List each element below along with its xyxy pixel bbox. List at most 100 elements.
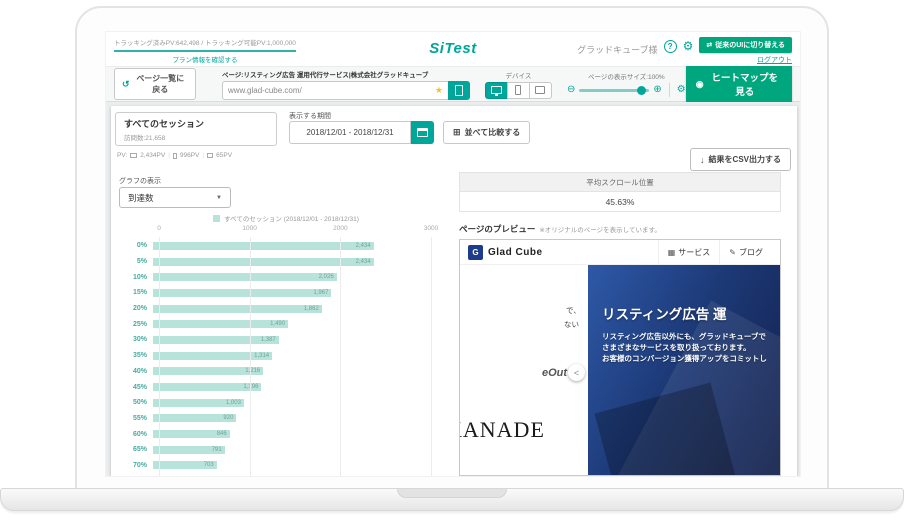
download-icon: ↓	[700, 155, 705, 165]
divider	[669, 83, 670, 97]
switch-ui-icon: ⇄	[706, 41, 712, 49]
pencil-icon: ✎	[729, 248, 736, 257]
sitest-logo: SiTest	[429, 40, 476, 57]
plan-info-link[interactable]: プラン情報を確認する	[114, 54, 296, 64]
back-to-page-list-button[interactable]: ↺ ページ一覧に戻る	[114, 68, 196, 100]
bar: 1,196	[153, 383, 261, 391]
zoom-in-icon[interactable]: ⊕	[653, 85, 661, 95]
separator: |	[202, 152, 204, 159]
nav-service-label: サービス	[678, 247, 710, 258]
favorite-star-icon[interactable]: ★	[435, 85, 443, 96]
row-label: 35%	[115, 352, 153, 359]
chevron-down-icon: ▼	[216, 195, 222, 201]
preview-nav-blog[interactable]: ✎ ブログ	[719, 240, 772, 264]
tablet-icon	[207, 153, 213, 158]
bar-value: 2,026	[319, 274, 334, 280]
laptop-frame: トラッキング済みPV:642,498 / トラッキング可能PV:1,000,00…	[75, 6, 829, 488]
view-heatmap-button[interactable]: ◉ ヒートマップを見る	[686, 64, 792, 104]
bar-value: 1,490	[270, 321, 285, 327]
x-tick-label: 0	[157, 225, 161, 232]
logout-link[interactable]: ログアウト	[757, 55, 792, 65]
bar: 1,862	[153, 305, 322, 313]
tracking-block: トラッキング済みPV:642,498 / トラッキング可能PV:1,000,00…	[114, 37, 296, 64]
tablet-icon	[535, 86, 545, 94]
period-row: 2018/12/01 - 2018/12/31	[289, 121, 434, 144]
bar: 1,216	[153, 367, 263, 375]
settings-gear-icon[interactable]: ⚙	[683, 39, 694, 53]
csv-button-label: 結果をCSV出力する	[709, 154, 781, 165]
calendar-button[interactable]	[411, 121, 434, 144]
zoom-group: ページの表示サイズ:100% ⊖ ⊕ ⚙	[567, 71, 686, 97]
cropped-text: で、	[566, 305, 581, 316]
document-icon	[455, 85, 463, 96]
chart-row: 50%1,003	[115, 395, 455, 411]
switch-ui-button[interactable]: ⇄ 従来のUIに切り替える	[699, 37, 792, 53]
device-group: デバイス	[485, 70, 552, 99]
bar-value: 920	[223, 415, 233, 421]
url-row: www.glad-cube.com/ ★	[222, 81, 470, 100]
row-label: 65%	[115, 446, 153, 453]
bar: 703	[153, 461, 217, 469]
date-range-input[interactable]: 2018/12/01 - 2018/12/31	[289, 121, 411, 144]
back-button-label: ページ一覧に戻る	[133, 73, 188, 95]
device-desktop-button[interactable]	[485, 82, 508, 99]
device-toggle	[485, 82, 552, 99]
main-area: すべてのセッション 訪問数:21,658 PV: 2,434PV | 996PV…	[106, 102, 801, 477]
site-name: Glad Cube	[488, 247, 543, 258]
preview-nav-service[interactable]: ▦ サービス	[658, 240, 720, 264]
row-label: 70%	[115, 462, 153, 469]
heatmap-icon: ◉	[696, 79, 704, 90]
preview-nav: ▦ サービス ✎ ブログ	[658, 240, 772, 264]
toolbar: ↺ ページ一覧に戻る ページ:リスティング広告 運用代行サービス|株式会社グラッ…	[106, 66, 800, 102]
bar-value: 791	[212, 447, 222, 453]
period-label: 表示する期間	[289, 111, 331, 121]
zoom-gear-icon[interactable]: ⚙	[677, 85, 686, 95]
url-input[interactable]: www.glad-cube.com/ ★	[222, 81, 448, 100]
chart-row: 0%2,434	[115, 238, 455, 254]
zoom-controls: ⊖ ⊕ ⚙	[567, 83, 686, 97]
zoom-out-icon[interactable]: ⊖	[567, 85, 575, 95]
chart-row: 45%1,196	[115, 379, 455, 395]
gridline	[250, 237, 251, 476]
pv-prefix: PV:	[117, 152, 127, 159]
average-scroll-header: 平均スクロール位置	[459, 172, 781, 192]
x-tick-label: 1000	[242, 225, 256, 232]
calendar-icon	[417, 128, 428, 137]
segment-selector[interactable]: すべてのセッション 訪問数:21,658	[115, 112, 277, 146]
device-tablet-button[interactable]	[529, 82, 552, 99]
legend-swatch	[213, 215, 220, 222]
bar-value: 846	[217, 431, 227, 437]
kanade-logo: KANADE	[460, 417, 545, 443]
graph-type-select[interactable]: 到達数 ▼	[119, 187, 231, 208]
row-label: 0%	[115, 242, 153, 249]
device-mobile-button[interactable]	[507, 82, 530, 99]
bar: 1,967	[153, 289, 331, 297]
bar: 1,003	[153, 399, 244, 407]
report-card: すべてのセッション 訪問数:21,658 PV: 2,434PV | 996PV…	[111, 106, 797, 476]
grid-icon: ▦	[668, 248, 676, 257]
bar-value: 1,387	[261, 337, 276, 343]
pv-tablet-value: 65PV	[216, 152, 232, 159]
csv-export-button[interactable]: ↓ 結果をCSV出力する	[690, 148, 791, 171]
back-icon: ↺	[122, 79, 130, 90]
bar: 846	[153, 430, 230, 438]
carousel-prev-button[interactable]: <	[568, 364, 585, 381]
zoom-slider-thumb[interactable]	[637, 86, 646, 95]
help-icon[interactable]: ?	[664, 40, 677, 53]
hero-line: さまざまなサービスを取り扱っております。	[602, 342, 767, 353]
preview-title-row: ページのプレビュー ※オリジナルのページを表示しています。	[459, 223, 661, 235]
switch-ui-block: ⇄ 従来のUIに切り替える ログアウト	[699, 37, 792, 65]
desktop-icon	[130, 153, 137, 158]
hero-description: リスティング広告以外にも、グラッドキューブで さまざまなサービスを取り扱っており…	[602, 331, 767, 364]
page-detail-button[interactable]	[448, 81, 470, 100]
compare-button[interactable]: ⊞ 並べて比較する	[443, 121, 530, 144]
zoom-label: ページの表示サイズ:100%	[588, 71, 665, 81]
zoom-slider[interactable]	[579, 89, 649, 92]
chart-row: 10% 2,026	[115, 269, 455, 285]
gridline	[159, 237, 160, 476]
row-label: 55%	[115, 415, 153, 422]
row-label: 10%	[115, 274, 153, 281]
desktop-icon	[491, 86, 502, 94]
bar: 2,026	[153, 273, 337, 281]
account-name: グラッドキューブ様	[577, 43, 657, 56]
